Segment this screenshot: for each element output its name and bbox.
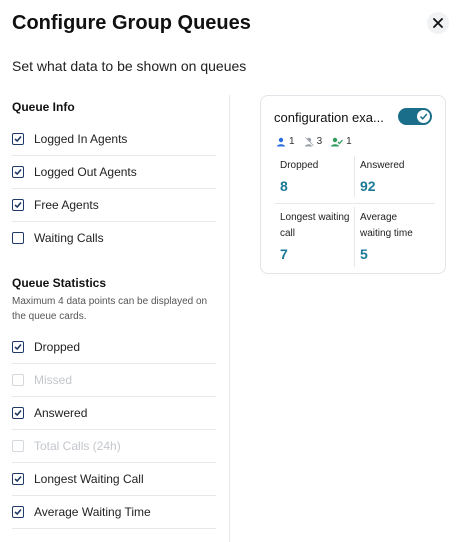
check-icon xyxy=(14,508,22,516)
option-missed: Missed xyxy=(12,364,216,397)
check-icon xyxy=(14,409,22,417)
option-logged-in-agents[interactable]: Logged In Agents xyxy=(12,123,216,156)
checkbox-checked[interactable] xyxy=(12,133,24,145)
stat-label: Longest waiting call xyxy=(280,212,350,239)
check-icon xyxy=(14,475,22,483)
option-average-waiting-time[interactable]: Average Waiting Time xyxy=(12,496,216,529)
option-total-calls: Total Calls (24h) xyxy=(12,430,216,463)
checkbox-disabled xyxy=(12,374,24,386)
logged-in-count: 1 xyxy=(289,136,295,147)
option-label: Waiting Calls xyxy=(34,231,104,245)
vertical-divider xyxy=(229,95,230,542)
option-longest-waiting-call[interactable]: Longest Waiting Call xyxy=(12,463,216,496)
checkbox-checked[interactable] xyxy=(12,506,24,518)
check-icon xyxy=(14,343,22,351)
queue-statistics-title: Queue Statistics xyxy=(12,276,107,290)
logged-in-agent-icon xyxy=(277,137,285,146)
option-label: Longest Waiting Call xyxy=(34,472,144,486)
option-label: Answered xyxy=(34,406,88,420)
option-label: Free Agents xyxy=(34,198,99,212)
queue-statistics-list: Dropped Missed Answered Total Calls (24h… xyxy=(12,331,216,529)
checkbox-disabled xyxy=(12,440,24,452)
queue-card-name: configuration exa... xyxy=(274,110,384,125)
stat-value: 92 xyxy=(360,178,376,194)
close-button[interactable] xyxy=(427,12,449,34)
option-free-agents[interactable]: Free Agents xyxy=(12,189,216,222)
queue-statistics-description: Maximum 4 data points can be displayed o… xyxy=(12,296,208,322)
stat-value: 5 xyxy=(360,246,368,262)
option-label: Logged Out Agents xyxy=(34,165,137,179)
option-waiting-calls[interactable]: Waiting Calls xyxy=(12,222,216,254)
option-label: Average Waiting Time xyxy=(34,505,151,519)
toggle-knob xyxy=(417,110,430,123)
check-icon xyxy=(14,168,22,176)
queue-visibility-toggle[interactable] xyxy=(398,108,432,125)
option-label: Missed xyxy=(34,373,73,387)
stat-value: 7 xyxy=(280,246,288,262)
free-count: 1 xyxy=(346,136,352,147)
logged-in-agents: 1 xyxy=(276,136,295,147)
stat-label: Dropped xyxy=(280,160,319,171)
free-agents: 1 xyxy=(331,136,352,147)
check-icon xyxy=(14,201,22,209)
dialog-subtitle: Set what data to be shown on queues xyxy=(12,58,247,74)
option-dropped[interactable]: Dropped xyxy=(12,331,216,364)
stat-value: 8 xyxy=(280,178,288,194)
logged-out-count: 3 xyxy=(316,136,323,147)
checkbox-checked[interactable] xyxy=(12,166,24,178)
close-icon xyxy=(433,18,443,28)
option-label: Logged In Agents xyxy=(34,132,128,146)
checkbox-checked[interactable] xyxy=(12,473,24,485)
logged-out-agents: 3 xyxy=(304,136,323,147)
stats-divider xyxy=(354,207,355,267)
options-panel: Queue Info Logged In Agents Logged Out A… xyxy=(12,100,216,529)
queue-info-title: Queue Info xyxy=(12,100,75,114)
free-agent-icon xyxy=(331,137,344,146)
logged-out-agent-icon xyxy=(304,136,314,146)
checkbox-unchecked[interactable] xyxy=(12,232,24,244)
stat-label: Answered xyxy=(360,160,405,171)
checkbox-checked[interactable] xyxy=(12,341,24,353)
stat-average-waiting-time: Average waiting time 5 xyxy=(360,210,430,262)
stats-divider xyxy=(275,203,435,204)
queue-preview-card: configuration exa... 1 3 1 Dropped 8 Ans… xyxy=(260,95,446,274)
stat-longest-waiting-call: Longest waiting call 7 xyxy=(280,210,350,262)
page-title: Configure Group Queues xyxy=(12,12,251,34)
stat-label: Average waiting time xyxy=(360,212,413,239)
checkbox-checked[interactable] xyxy=(12,407,24,419)
checkbox-checked[interactable] xyxy=(12,199,24,211)
stat-dropped: Dropped 8 xyxy=(280,158,358,194)
option-label: Dropped xyxy=(34,340,81,354)
option-answered[interactable]: Answered xyxy=(12,397,216,430)
option-label: Total Calls (24h) xyxy=(34,439,121,453)
agent-counts: 1 3 1 xyxy=(276,136,361,147)
stat-answered: Answered 92 xyxy=(360,158,438,194)
queue-info-list: Logged In Agents Logged Out Agents Free … xyxy=(12,123,216,254)
check-icon xyxy=(14,135,22,143)
option-logged-out-agents[interactable]: Logged Out Agents xyxy=(12,156,216,189)
check-icon xyxy=(419,113,428,120)
